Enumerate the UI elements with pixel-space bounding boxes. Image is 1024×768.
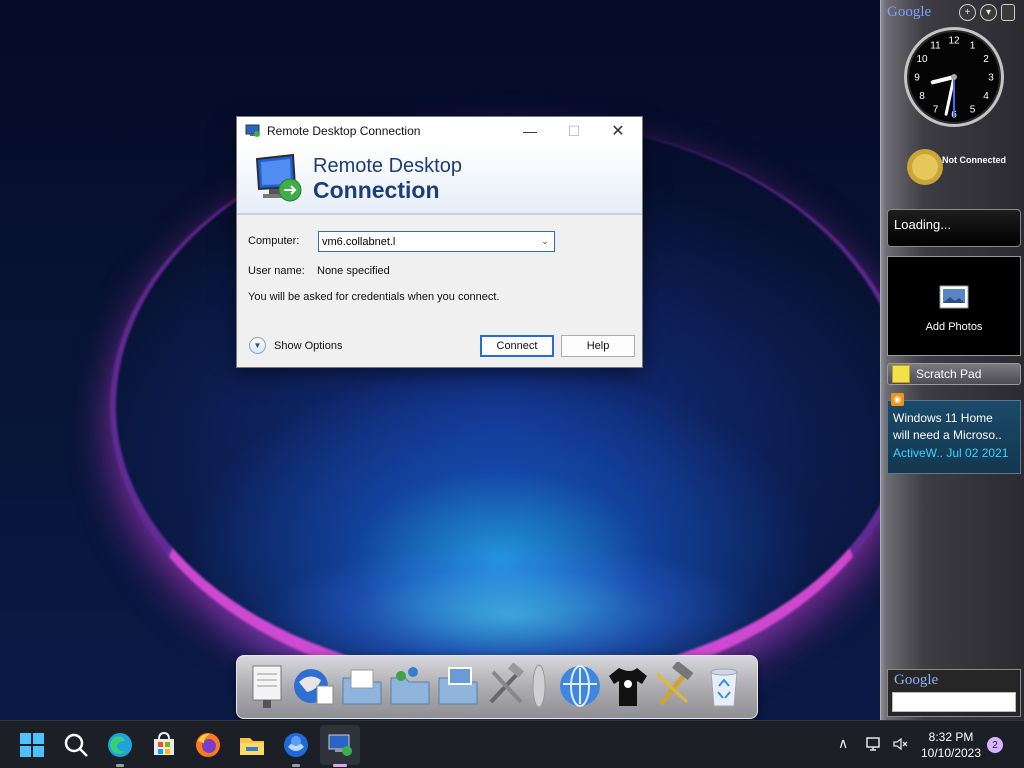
- hammer-tools-icon[interactable]: [651, 662, 697, 710]
- tshirt-icon[interactable]: [605, 662, 651, 710]
- computer-input[interactable]: vm6.collabnet.l ⌄: [318, 231, 555, 252]
- network-globe-icon[interactable]: [557, 662, 603, 710]
- connect-button[interactable]: Connect: [480, 335, 554, 357]
- google-search-input[interactable]: [892, 692, 1016, 712]
- rss-icon: ◉: [891, 393, 904, 406]
- sun-icon: [907, 149, 943, 185]
- minimize-button[interactable]: —: [507, 117, 553, 145]
- news-feed-gadget[interactable]: Windows 11 Home will need a Microso.. Ac…: [887, 400, 1021, 474]
- clock-numeral: 8: [919, 91, 925, 102]
- dock-separator-icon: [532, 664, 546, 708]
- folder-music-icon[interactable]: [387, 662, 433, 710]
- active-window-indicator: [333, 764, 347, 767]
- remote-desktop-taskbar-icon[interactable]: [324, 729, 356, 761]
- photo-icon: [939, 285, 969, 309]
- taskbar: ∧ 8:32 PM 10/10/2023 2: [0, 720, 1024, 768]
- clock-numeral: 10: [916, 54, 928, 65]
- volume-muted-icon[interactable]: [892, 736, 908, 752]
- edge-running-indicator: [116, 764, 124, 767]
- clock-time: 8:32 PM: [928, 730, 974, 744]
- computer-input-value[interactable]: vm6.collabnet.l: [319, 236, 536, 248]
- thunderbird-icon[interactable]: [280, 729, 312, 761]
- news-headline-line1[interactable]: Windows 11 Home: [893, 411, 993, 425]
- clock-date: 10/10/2023: [920, 746, 982, 760]
- remote-desktop-window: Remote Desktop Connection — ☐ ✕ Remote D…: [236, 116, 643, 368]
- clock-numeral: 1: [970, 41, 976, 52]
- sticky-note-icon: [892, 365, 910, 383]
- add-photos-label[interactable]: Add Photos: [888, 321, 1020, 333]
- window-title: Remote Desktop Connection: [267, 124, 421, 138]
- close-button[interactable]: ✕: [595, 117, 641, 145]
- window-titlebar[interactable]: Remote Desktop Connection — ☐ ✕: [237, 117, 642, 145]
- show-hidden-icons-button[interactable]: ∧: [838, 735, 848, 752]
- banner-title-line2: Connection: [313, 177, 440, 203]
- credentials-note: You will be asked for credentials when y…: [248, 291, 500, 303]
- clock-numeral: 2: [983, 54, 989, 65]
- search-icon[interactable]: [60, 729, 92, 761]
- system-clock[interactable]: 8:32 PM 10/10/2023: [920, 729, 982, 761]
- banner-title-line1: Remote Desktop: [313, 155, 462, 177]
- help-button[interactable]: Help: [561, 335, 635, 357]
- computer-label: Computer:: [248, 235, 300, 247]
- gadget-sidebar: Google + ▾ 123456789101112 Not Connected…: [880, 0, 1024, 720]
- news-meta: ActiveW.. Jul 02 2021: [893, 446, 1009, 460]
- search-google-logo: Google: [894, 672, 939, 688]
- clock-numeral: 7: [933, 105, 939, 116]
- google-search-gadget: Google: [887, 669, 1021, 717]
- maximize-button[interactable]: ☐: [551, 117, 597, 145]
- sidebar-options-button[interactable]: [1001, 4, 1015, 21]
- connection-form: Computer: vm6.collabnet.l ⌄ User name: N…: [237, 215, 642, 367]
- show-options-toggle[interactable]: ▼ Show Options: [249, 337, 342, 354]
- sidebar-google-logo: Google: [887, 4, 932, 20]
- document-viewer-icon[interactable]: [245, 662, 291, 710]
- start-windows-icon[interactable]: [16, 729, 48, 761]
- microsoft-store-icon[interactable]: [148, 729, 180, 761]
- clock-gadget: 123456789101112: [904, 27, 1004, 127]
- recycle-bin-icon[interactable]: [701, 662, 747, 710]
- show-options-label[interactable]: Show Options: [274, 340, 342, 352]
- desktop: Remote Desktop Connection — ☐ ✕ Remote D…: [0, 0, 1024, 768]
- network-icon[interactable]: [866, 736, 882, 752]
- clock-numeral: 11: [930, 41, 941, 52]
- username-label: User name:: [248, 265, 305, 277]
- chevron-down-icon[interactable]: ⌄: [536, 236, 554, 247]
- username-value: None specified: [317, 265, 390, 277]
- clock-numeral: 3: [988, 73, 994, 84]
- expand-arrow-icon[interactable]: ▼: [249, 337, 266, 354]
- remote-desktop-icon: [245, 124, 260, 137]
- globe-network-icon[interactable]: [291, 662, 337, 710]
- sidebar-menu-button[interactable]: ▾: [980, 4, 997, 21]
- thunderbird-running-indicator: [292, 764, 300, 767]
- scratch-pad-gadget[interactable]: Scratch Pad: [887, 363, 1021, 385]
- scratch-pad-label: Scratch Pad: [916, 367, 982, 381]
- clock-numeral: 9: [914, 73, 920, 84]
- folder-documents-icon[interactable]: [339, 662, 385, 710]
- system-tools-icon[interactable]: [483, 662, 529, 710]
- slideshow-gadget[interactable]: Add Photos: [887, 256, 1021, 356]
- application-dock: [236, 655, 758, 719]
- news-headline-line2[interactable]: will need a Microso..: [893, 428, 1002, 442]
- clock-numeral: 5: [970, 105, 976, 116]
- notification-badge[interactable]: 2: [987, 737, 1003, 753]
- dialog-banner: Remote Desktop Connection: [237, 145, 642, 215]
- file-explorer-icon[interactable]: [236, 729, 268, 761]
- clock-numeral: 12: [948, 36, 960, 47]
- monitor-icon: [255, 153, 302, 202]
- folder-pictures-icon[interactable]: [435, 662, 481, 710]
- loading-text: Loading...: [894, 217, 952, 232]
- firefox-icon[interactable]: [192, 729, 224, 761]
- weather-status: Not Connected: [942, 155, 1006, 165]
- clock-numeral: 4: [983, 91, 989, 102]
- edge-browser-icon[interactable]: [104, 729, 136, 761]
- add-gadget-button[interactable]: +: [959, 4, 976, 21]
- loading-gadget[interactable]: Loading...: [887, 209, 1021, 247]
